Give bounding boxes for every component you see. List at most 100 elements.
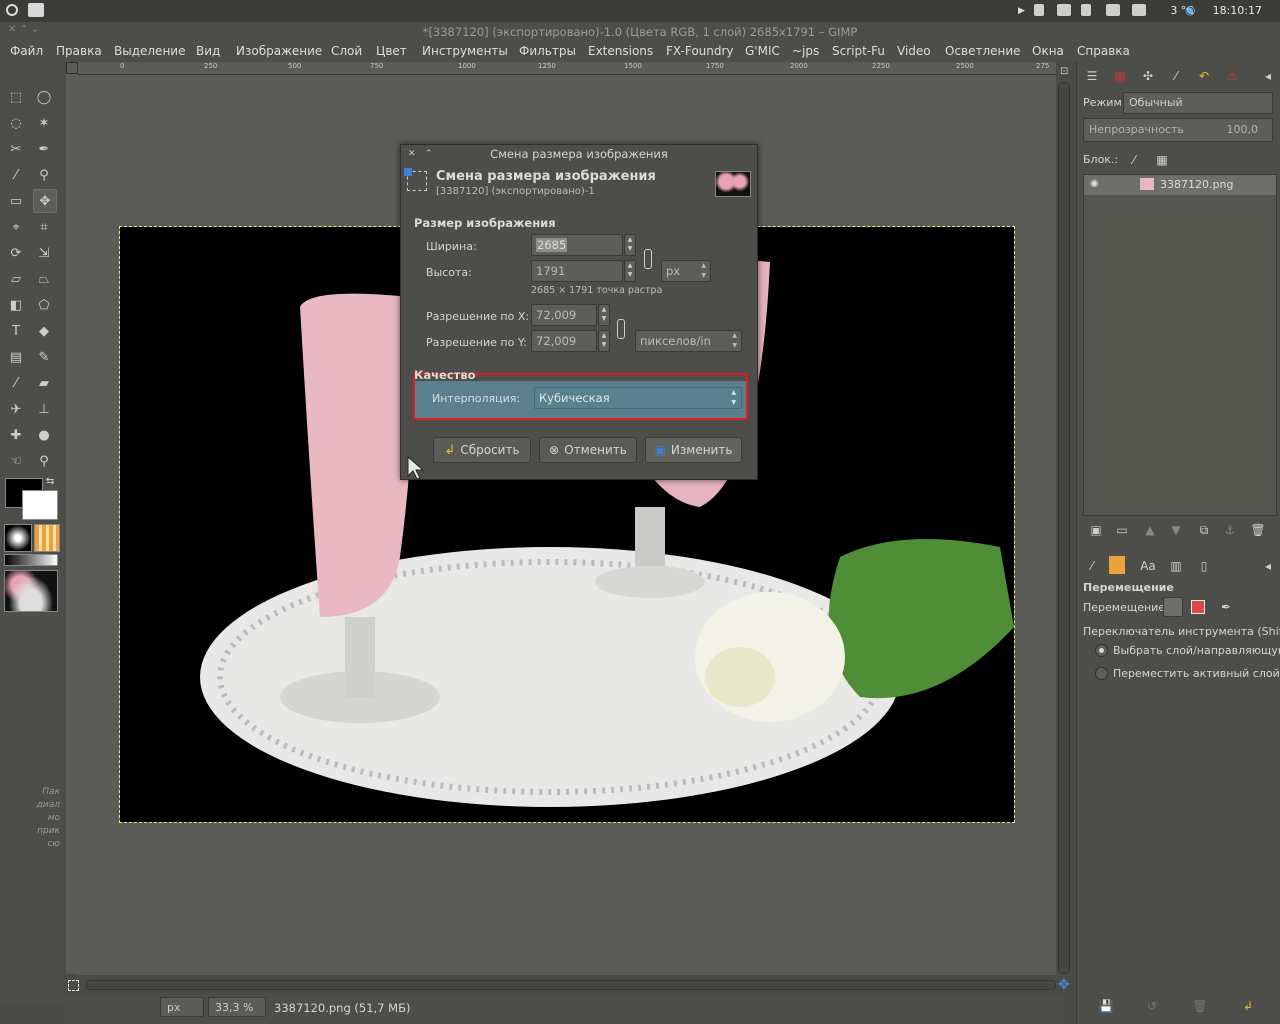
pencil-icon[interactable]: ✎ xyxy=(33,346,55,368)
menu-lighting[interactable]: Осветление xyxy=(945,44,1021,58)
paintbrush-icon[interactable]: ⁄ xyxy=(5,372,27,394)
scale-icon[interactable]: ⇲ xyxy=(33,242,55,264)
volume-icon[interactable] xyxy=(1081,4,1091,16)
pattern-preview[interactable] xyxy=(34,524,60,552)
mode-select[interactable]: Обычный xyxy=(1123,92,1273,114)
background-color[interactable] xyxy=(22,490,58,520)
pick-layer-radio[interactable] xyxy=(1095,644,1108,657)
interpolation-select[interactable]: Кубическая ▲ ▼ xyxy=(534,387,742,409)
menu-edit[interactable]: Правка xyxy=(56,44,102,58)
brush-tab-icon[interactable]: ⁄ xyxy=(1165,66,1187,86)
height-input[interactable]: 1791 xyxy=(531,260,623,282)
channels-tab-icon[interactable]: ▤ xyxy=(1109,66,1131,86)
resolution-unit-select[interactable]: пикселов/in ▲ ▼ xyxy=(635,330,742,352)
size-unit-select[interactable]: px ▲ ▼ xyxy=(661,260,711,282)
save-options-icon[interactable]: 💾 xyxy=(1095,996,1117,1016)
ruler-horizontal[interactable]: 0 250 500 750 1000 1250 1500 1750 2000 2… xyxy=(78,62,1056,75)
heal-icon[interactable]: ✚ xyxy=(5,424,27,446)
warning-tab-icon[interactable]: ⚠ xyxy=(1221,66,1243,86)
menu-extensions[interactable]: Extensions xyxy=(588,44,653,58)
mail-icon[interactable] xyxy=(1057,4,1071,16)
image-thumbnail[interactable] xyxy=(4,570,58,612)
weather-icon[interactable] xyxy=(1132,4,1146,16)
anchor-layer-icon[interactable]: ⚓ xyxy=(1219,520,1241,540)
zoom-icon[interactable]: ⚲ xyxy=(33,164,55,186)
move-selection-mode-icon[interactable] xyxy=(1191,600,1205,614)
yres-input[interactable]: 72,009 xyxy=(531,330,597,352)
paths-icon[interactable]: ✒ xyxy=(33,138,55,160)
blur-icon[interactable]: ● xyxy=(33,424,55,446)
menu-image[interactable]: Изображение xyxy=(236,44,322,58)
menu-tools[interactable]: Инструменты xyxy=(422,44,508,58)
undo-tab-icon[interactable]: ↶ xyxy=(1193,66,1215,86)
xres-input[interactable]: 72,009 xyxy=(531,304,597,326)
lock-alpha-icon[interactable]: ▦ xyxy=(1151,150,1173,170)
document-tab-icon[interactable]: ▯ xyxy=(1193,556,1215,576)
menu-select[interactable]: Выделение xyxy=(114,44,185,58)
menu-filters[interactable]: Фильтры xyxy=(519,44,576,58)
move-icon[interactable]: ✥ xyxy=(33,189,57,213)
restore-options-icon[interactable]: ↺ xyxy=(1141,996,1163,1016)
free-select-icon[interactable]: ◌ xyxy=(5,112,27,134)
wifi-icon[interactable]: ◉ xyxy=(1185,3,1195,17)
raise-layer-icon[interactable]: ▲ xyxy=(1139,520,1161,540)
brush-preview[interactable] xyxy=(4,524,32,552)
move-layer-mode-icon[interactable] xyxy=(1163,597,1183,617)
menu-gmic[interactable]: G'MIC xyxy=(745,44,780,58)
menu-windows[interactable]: Окна xyxy=(1032,44,1064,58)
yres-spinner[interactable]: ▲ ▼ xyxy=(598,330,610,352)
reset-button[interactable]: ↲ Сбросить xyxy=(433,437,531,463)
width-input[interactable]: 2685 xyxy=(531,234,623,256)
rect-select-icon[interactable]: ⬚ xyxy=(5,86,27,108)
dock-menu-icon[interactable]: ◂ xyxy=(1257,66,1279,86)
swap-colors-icon[interactable]: ⇆ xyxy=(46,476,54,487)
scale-button[interactable]: ▣ Изменить xyxy=(645,437,742,463)
fonts-tab-icon[interactable]: Aa xyxy=(1137,556,1159,576)
new-layer-icon[interactable]: ▣ xyxy=(1085,520,1107,540)
lock-pixels-icon[interactable]: ⁄ xyxy=(1123,150,1145,170)
delete-layer-icon[interactable]: 🗑 xyxy=(1247,520,1269,540)
display-icon[interactable] xyxy=(1106,4,1120,16)
tool-options-tab-icon[interactable]: ⁄ xyxy=(1081,556,1103,576)
new-group-icon[interactable]: ▭ xyxy=(1111,520,1133,540)
menu-script-fu[interactable]: Script-Fu xyxy=(832,44,885,58)
delete-options-icon[interactable]: 🗑 xyxy=(1189,996,1211,1016)
ellipse-select-icon[interactable]: ◯ xyxy=(33,86,55,108)
menu-fx-foundry[interactable]: FX-Foundry xyxy=(666,44,734,58)
horizontal-scrollbar[interactable] xyxy=(86,980,1056,990)
lower-layer-icon[interactable]: ▼ xyxy=(1165,520,1187,540)
menu-jps[interactable]: ~jps xyxy=(792,44,819,58)
zoom-select[interactable]: 33,3 % xyxy=(208,997,266,1017)
opacity-slider[interactable]: Непрозрачность 100,0 xyxy=(1083,118,1273,142)
airbrush-icon[interactable]: ✈ xyxy=(5,398,27,420)
crop-icon[interactable]: ⌗ xyxy=(33,216,55,238)
vertical-scrollbar[interactable] xyxy=(1058,82,1070,974)
dock-menu-2-icon[interactable]: ◂ xyxy=(1257,556,1279,576)
menu-layer[interactable]: Слой xyxy=(331,44,362,58)
bucket-fill-icon[interactable]: ◆ xyxy=(33,320,55,342)
rotate-icon[interactable]: ⟳ xyxy=(5,242,27,264)
menu-color[interactable]: Цвет xyxy=(376,44,407,58)
play-icon[interactable]: ▶ xyxy=(1018,6,1025,16)
layer-row[interactable]: ◉ 3387120.png xyxy=(1084,175,1276,195)
patterns-tab-icon[interactable] xyxy=(1109,556,1125,574)
duplicate-layer-icon[interactable]: ⧉ xyxy=(1193,520,1215,540)
paths-tab-icon[interactable]: ✣ xyxy=(1137,66,1159,86)
clone-icon[interactable]: ⊥ xyxy=(33,398,55,420)
navigate-icon[interactable]: ✥ xyxy=(1058,977,1070,993)
gradients-tab-icon[interactable]: ▥ xyxy=(1165,556,1187,576)
unit-select[interactable]: px xyxy=(160,997,204,1017)
scissors-select-icon[interactable]: ✂ xyxy=(5,138,27,160)
pin-icon[interactable] xyxy=(1034,4,1044,16)
close-icon[interactable]: ✕ ⌃ ⌄ xyxy=(8,24,40,35)
gradient-icon[interactable]: ▤ xyxy=(5,346,27,368)
xres-spinner[interactable]: ▲ ▼ xyxy=(598,304,610,326)
cage-icon[interactable]: ⬠ xyxy=(33,294,55,316)
gimp-task-icon[interactable] xyxy=(28,3,44,17)
menu-file[interactable]: Файл xyxy=(10,44,43,58)
layer-name[interactable]: 3387120.png xyxy=(1160,178,1233,191)
color-picker-icon[interactable]: ⁄ xyxy=(5,164,27,186)
flip-icon[interactable]: ◧ xyxy=(5,294,27,316)
app-menu-icon[interactable] xyxy=(6,4,18,16)
dodge-icon[interactable]: ⚲ xyxy=(33,450,55,472)
